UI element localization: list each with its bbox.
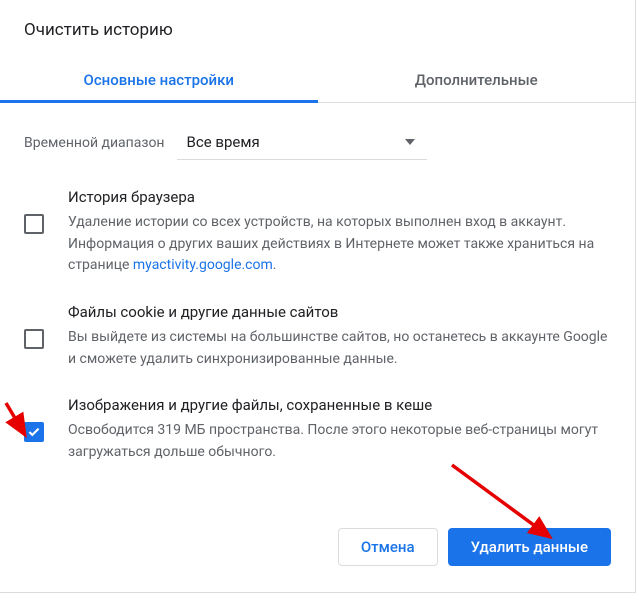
chevron-down-icon: [405, 139, 415, 145]
option-title: Файлы cookie и другие данные сайтов: [68, 303, 611, 321]
tab-advanced[interactable]: Дополнительные: [318, 58, 636, 102]
cancel-button[interactable]: Отмена: [338, 528, 438, 566]
option-title: История браузера: [68, 188, 611, 206]
checkbox-browsing-history[interactable]: [24, 214, 44, 234]
option-cookies: Файлы cookie и другие данные сайтов Вы в…: [24, 293, 611, 386]
dialog-title: Очистить историю: [0, 0, 635, 58]
option-description: Освободится 319 МБ пространства. После э…: [68, 420, 611, 463]
dialog-body: Временной диапазон Все время История бра…: [0, 103, 635, 480]
time-range-label: Временной диапазон: [24, 135, 165, 151]
time-range-row: Временной диапазон Все время: [24, 119, 611, 178]
option-title: Изображения и другие файлы, сохраненные …: [68, 396, 611, 414]
clear-browsing-data-dialog: Очистить историю Основные настройки Допо…: [0, 0, 636, 593]
option-cached-images: Изображения и другие файлы, сохраненные …: [24, 386, 611, 479]
option-description: Удаление истории со всех устройств, на к…: [68, 212, 611, 277]
option-browsing-history: История браузера Удаление истории со все…: [24, 178, 611, 293]
option-description: Вы выйдете из системы на большинстве сай…: [68, 327, 611, 370]
clear-data-button[interactable]: Удалить данные: [448, 528, 611, 566]
check-icon: [28, 427, 40, 437]
time-range-select[interactable]: Все время: [177, 125, 427, 160]
checkbox-cached-images[interactable]: [24, 422, 44, 442]
checkbox-cookies[interactable]: [24, 329, 44, 349]
tabs: Основные настройки Дополнительные: [0, 58, 635, 103]
tab-basic[interactable]: Основные настройки: [0, 58, 318, 102]
myactivity-link[interactable]: myactivity.google.com: [133, 257, 273, 273]
time-range-value: Все время: [187, 133, 260, 151]
dialog-footer: Отмена Удалить данные: [0, 480, 635, 572]
